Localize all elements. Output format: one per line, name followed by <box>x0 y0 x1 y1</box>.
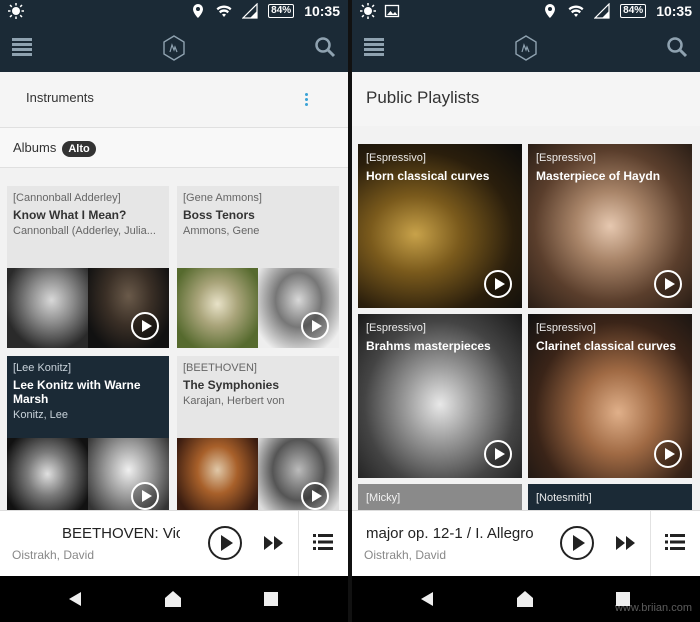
play-button[interactable] <box>208 526 242 560</box>
queue-list-icon <box>665 534 685 550</box>
back-icon[interactable] <box>66 590 84 608</box>
app-bar <box>0 24 348 72</box>
now-playing-track: BEETHOVEN: Violin <box>62 525 180 542</box>
status-bar: 84% 10:35 <box>0 0 348 24</box>
play-playlist-button[interactable] <box>654 440 682 468</box>
queue-button[interactable] <box>298 511 348 577</box>
instruments-row[interactable]: Instruments <box>0 72 348 128</box>
mini-player[interactable]: BEETHOVEN: Violin Oistrakh, David <box>0 510 348 577</box>
search-icon[interactable] <box>666 36 688 58</box>
home-icon[interactable] <box>164 590 182 608</box>
play-playlist-button[interactable] <box>484 440 512 468</box>
section-title: Public Playlists <box>366 88 480 107</box>
play-button[interactable] <box>560 526 594 560</box>
playlist-title: Brahms masterpieces <box>366 339 491 353</box>
albums-label: Albums <box>13 140 57 155</box>
album-artist: Ammons, Gene <box>183 225 260 237</box>
album-card[interactable]: [BEETHOVEN] The Symphonies Karajan, Herb… <box>177 356 339 512</box>
album-artist: Karajan, Herbert von <box>183 395 285 407</box>
brightness-icon <box>8 3 24 19</box>
system-nav-bar <box>0 576 348 622</box>
now-playing-track: major op. 12-1 / I. Allegro <box>366 525 534 542</box>
next-track-icon[interactable] <box>264 535 284 551</box>
home-icon[interactable] <box>516 590 534 608</box>
right-screen: 84% 10:35 Public Playlists [Espressivo] … <box>352 0 700 622</box>
album-tag: [Lee Konitz] <box>13 362 72 374</box>
wifi-icon <box>216 5 232 17</box>
watermark: www.briian.com <box>614 602 692 614</box>
battery-indicator: 84% <box>268 4 295 18</box>
playlist-tag: [Espressivo] <box>366 152 426 164</box>
album-tag: [Cannonball Adderley] <box>13 192 121 204</box>
brightness-icon <box>360 3 376 19</box>
system-nav-bar: www.briian.com <box>352 576 700 622</box>
album-title: Lee Konitz with Warne Marsh <box>13 378 141 406</box>
app-bar <box>352 24 700 72</box>
app-logo-icon <box>515 35 537 61</box>
back-icon[interactable] <box>418 590 436 608</box>
search-icon[interactable] <box>314 36 336 58</box>
playlist-tag: [Notesmith] <box>536 492 592 504</box>
status-bar: 84% 10:35 <box>352 0 700 24</box>
signal-icon <box>594 3 610 19</box>
queue-list-icon <box>313 534 333 550</box>
wifi-icon <box>568 5 584 17</box>
image-icon <box>384 4 400 18</box>
album-title: The Symphonies <box>183 378 280 392</box>
playlist-card[interactable]: [Espressivo] Masterpiece of Haydn <box>528 144 692 308</box>
album-artist: Cannonball (Adderley, Julia... <box>13 225 156 237</box>
clock: 10:35 <box>304 3 340 19</box>
list-menu-icon[interactable] <box>364 38 384 56</box>
instruments-label: Instruments <box>26 90 94 105</box>
app-logo-icon <box>163 35 185 61</box>
left-screen: 84% 10:35 Instruments Albums Alto [Cannon… <box>0 0 348 622</box>
play-album-button[interactable] <box>131 312 159 340</box>
play-playlist-button[interactable] <box>654 270 682 298</box>
playlist-title: Clarinet classical curves <box>536 339 677 353</box>
more-options-icon[interactable] <box>305 93 309 108</box>
album-tag: [Gene Ammons] <box>183 192 262 204</box>
clock: 10:35 <box>656 3 692 19</box>
playlist-tag: [Espressivo] <box>536 322 596 334</box>
now-playing-artist: Oistrakh, David <box>12 548 95 562</box>
instrument-badge: Alto <box>62 140 96 157</box>
now-playing-artist: Oistrakh, David <box>364 548 447 562</box>
playlist-tag: [Espressivo] <box>366 322 426 334</box>
album-card[interactable]: [Lee Konitz] Lee Konitz with Warne Marsh… <box>7 356 169 512</box>
playlists-header: Public Playlists <box>352 72 700 126</box>
play-album-button[interactable] <box>301 312 329 340</box>
location-icon <box>545 4 556 18</box>
album-title: Know What I Mean? <box>13 208 127 222</box>
mini-player[interactable]: major op. 12-1 / I. Allegro Oistrakh, Da… <box>352 510 700 577</box>
album-artist: Konitz, Lee <box>13 409 69 421</box>
location-icon <box>193 4 204 18</box>
playlist-card[interactable]: [Espressivo] Horn classical curves <box>358 144 522 308</box>
playlist-card[interactable]: [Espressivo] Brahms masterpieces <box>358 314 522 478</box>
playlist-tag: [Micky] <box>366 492 401 504</box>
next-track-icon[interactable] <box>616 535 636 551</box>
battery-indicator: 84% <box>620 4 647 18</box>
album-title: Boss Tenors <box>183 208 255 222</box>
queue-button[interactable] <box>650 511 700 577</box>
playlist-card[interactable]: [Espressivo] Clarinet classical curves <box>528 314 692 478</box>
playlist-title: Masterpiece of Haydn <box>536 169 661 183</box>
list-menu-icon[interactable] <box>12 38 32 56</box>
play-playlist-button[interactable] <box>484 270 512 298</box>
album-tag: [BEETHOVEN] <box>183 362 257 374</box>
playlist-tag: [Espressivo] <box>536 152 596 164</box>
signal-icon <box>242 3 258 19</box>
play-album-button[interactable] <box>301 482 329 510</box>
playlist-title: Horn classical curves <box>366 169 490 183</box>
recents-icon[interactable] <box>262 590 280 608</box>
album-card[interactable]: [Cannonball Adderley] Know What I Mean? … <box>7 186 169 348</box>
play-album-button[interactable] <box>131 482 159 510</box>
albums-header: Albums Alto <box>0 128 348 168</box>
album-card[interactable]: [Gene Ammons] Boss Tenors Ammons, Gene <box>177 186 339 348</box>
